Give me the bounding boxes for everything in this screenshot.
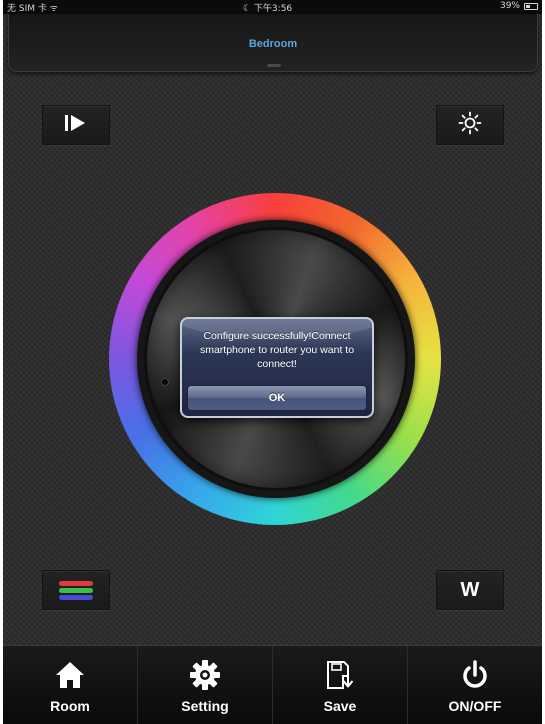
power-icon (459, 659, 491, 691)
tab-onoff-label: ON/OFF (448, 698, 502, 714)
rgb-lines-icon (59, 579, 93, 602)
home-icon (54, 659, 86, 691)
brightness-button[interactable] (436, 105, 504, 145)
tab-save[interactable]: Save (273, 646, 408, 724)
save-icon (324, 659, 356, 691)
status-bar: 无 SIM 卡 ᯤ ☾ 下午3:56 39% (3, 0, 542, 14)
tab-room[interactable]: Room (3, 646, 138, 724)
tab-room-label: Room (50, 698, 90, 714)
knob-indicator (161, 378, 169, 386)
tab-bar: Room Setting Save ON/OFF (3, 645, 542, 724)
rgb-blue-line (59, 594, 93, 600)
rgb-red-line (59, 580, 93, 586)
room-header[interactable]: Bedroom (8, 14, 538, 72)
status-time: ☾ 下午3:56 (243, 4, 293, 14)
rgb-green-line (59, 587, 93, 593)
alert-dialog: Configure successfully!Connect smartphon… (180, 317, 374, 418)
brightness-icon (458, 111, 482, 140)
tab-setting[interactable]: Setting (138, 646, 273, 724)
battery-percent: 39% (499, 1, 520, 11)
white-label: W (460, 578, 480, 601)
white-mode-button[interactable]: W (436, 570, 504, 610)
ok-button[interactable]: OK (187, 385, 367, 411)
tab-setting-label: Setting (181, 698, 229, 714)
tab-save-label: Save (323, 698, 357, 714)
battery-icon (524, 3, 538, 10)
pull-handle[interactable] (267, 64, 281, 67)
dialog-message: Configure successfully!Connect smartphon… (199, 330, 355, 370)
app-screen: 无 SIM 卡 ᯤ ☾ 下午3:56 39% Bedroom Configure… (3, 0, 542, 724)
mode-play-button[interactable] (42, 105, 110, 145)
play-step-icon (63, 113, 89, 138)
room-title: Bedroom (248, 38, 298, 50)
carrier-text: 无 SIM 卡 ᯤ (7, 4, 58, 14)
rgb-mode-button[interactable] (42, 570, 110, 610)
gear-icon (189, 659, 221, 691)
tab-onoff[interactable]: ON/OFF (408, 646, 542, 724)
